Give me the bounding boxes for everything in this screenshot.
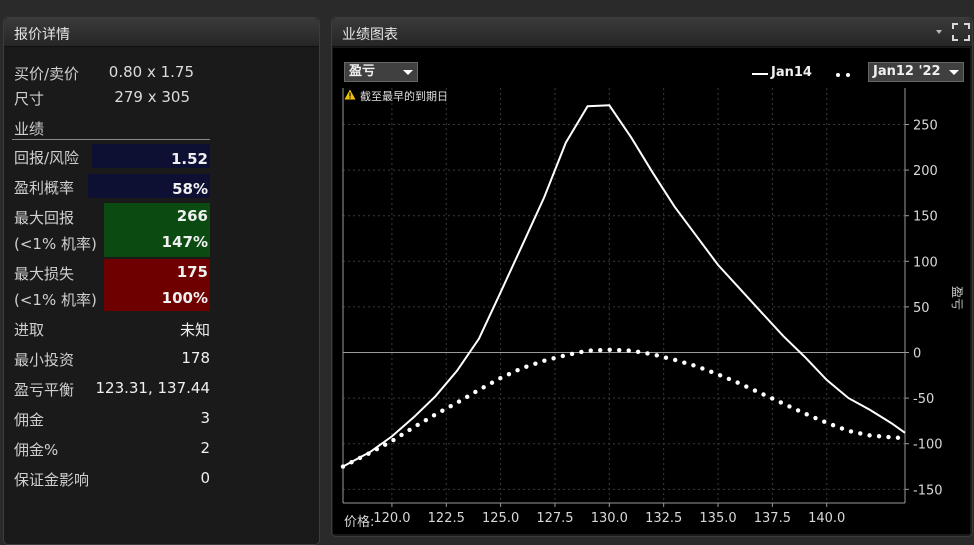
section-divider xyxy=(12,139,210,140)
max-return-label: 最大回报 xyxy=(14,209,75,227)
margin-impact-label: 保证金影响 xyxy=(14,471,90,489)
min-invest-row: 最小投资 178 xyxy=(12,346,210,370)
commission-pct-label: 佣金% xyxy=(14,441,59,459)
prob-profit-box: 58% xyxy=(88,174,210,198)
min-invest-label: 最小投资 xyxy=(14,351,75,369)
max-return-row: 最大回报 266 xyxy=(12,204,210,228)
warning-icon xyxy=(344,89,356,100)
warning-text: 截至最早的到期日 xyxy=(360,90,448,103)
expiry-value: Jan12 '22 xyxy=(873,64,941,79)
size-row: 尺寸 279 x 305 xyxy=(12,85,210,109)
expiry-dropdown[interactable]: Jan12 '22 xyxy=(868,62,964,82)
max-return-prob-label: (<1% 机率) xyxy=(14,235,97,253)
aggressive-value: 未知 xyxy=(179,321,210,339)
return-risk-box: 1.52 xyxy=(92,144,210,168)
max-loss-value: 175 xyxy=(176,263,208,281)
max-return-prob-value: 147% xyxy=(161,233,208,251)
max-return-value: 266 xyxy=(176,207,208,225)
min-invest-value: 178 xyxy=(181,349,210,367)
return-risk-label: 回报/风险 xyxy=(14,149,80,167)
prob-profit-row: 盈利概率 58% xyxy=(12,174,210,198)
commission-value: 3 xyxy=(200,409,210,427)
size-value: 279 x 305 xyxy=(114,88,190,106)
commission-pct-row: 佣金% 2 xyxy=(12,436,210,460)
dropdown-chevron-icon xyxy=(949,70,959,75)
pnl-mode-dropdown[interactable]: 盈亏 xyxy=(344,62,418,82)
size-label: 尺寸 xyxy=(14,90,45,108)
performance-section-row: 业绩 xyxy=(12,115,210,139)
performance-chart-title: 业绩图表 xyxy=(342,27,398,43)
bid-ask-label: 买价/卖价 xyxy=(14,65,80,83)
dropdown-chevron-icon xyxy=(403,70,413,75)
margin-impact-value: 0 xyxy=(200,469,210,487)
legend-jan14-label: Jan14 xyxy=(771,65,812,80)
performance-section-label: 业绩 xyxy=(14,120,45,138)
price-axis-prefix: 价格: xyxy=(344,515,375,530)
performance-chart-header: 业绩图表 xyxy=(332,18,972,47)
prob-profit-label: 盈利概率 xyxy=(14,179,75,197)
bid-ask-row: 买价/卖价 0.80 x 1.75 xyxy=(12,60,210,84)
commission-label: 佣金 xyxy=(14,411,45,429)
max-loss-prob-value: 100% xyxy=(161,289,208,307)
return-risk-row: 回报/风险 1.52 xyxy=(12,144,210,168)
commission-pct-value: 2 xyxy=(200,439,210,457)
aggressive-label: 进取 xyxy=(14,321,45,339)
quote-details-header: 报价详情 xyxy=(4,18,319,47)
panel-menu-chevron-icon[interactable] xyxy=(936,30,942,34)
max-loss-label: 最大损失 xyxy=(14,265,75,283)
return-risk-value: 1.52 xyxy=(170,150,208,168)
pnl-mode-value: 盈亏 xyxy=(349,64,376,79)
max-loss-row: 最大损失 175 xyxy=(12,260,210,284)
max-loss-prob-label: (<1% 机率) xyxy=(14,291,97,309)
max-return-prob-row: (<1% 机率) 147% xyxy=(12,230,210,254)
maximize-icon[interactable] xyxy=(952,23,970,41)
max-loss-prob-row: (<1% 机率) 100% xyxy=(12,286,210,310)
margin-impact-row: 保证金影响 0 xyxy=(12,466,210,490)
breakeven-value: 123.31, 137.44 xyxy=(95,379,210,397)
aggressive-row: 进取 未知 xyxy=(12,316,210,340)
breakeven-label: 盈亏平衡 xyxy=(14,381,75,399)
quote-details-title: 报价详情 xyxy=(14,27,70,43)
performance-chart-panel: 业绩图表 盈亏 Jan14 Jan12 '22 截至最早的到期日 价格: xyxy=(331,17,973,537)
prob-profit-value: 58% xyxy=(172,180,208,198)
quote-details-panel: 报价详情 买价/卖价 0.80 x 1.75 尺寸 279 x 305 业绩 回… xyxy=(3,17,320,545)
bid-ask-value: 0.80 x 1.75 xyxy=(108,63,194,81)
commission-row: 佣金 3 xyxy=(12,406,210,430)
breakeven-row: 盈亏平衡 123.31, 137.44 xyxy=(12,376,210,400)
chart-area xyxy=(333,48,970,534)
solid-line-icon xyxy=(752,73,768,75)
dotted-line-icon xyxy=(836,73,852,77)
